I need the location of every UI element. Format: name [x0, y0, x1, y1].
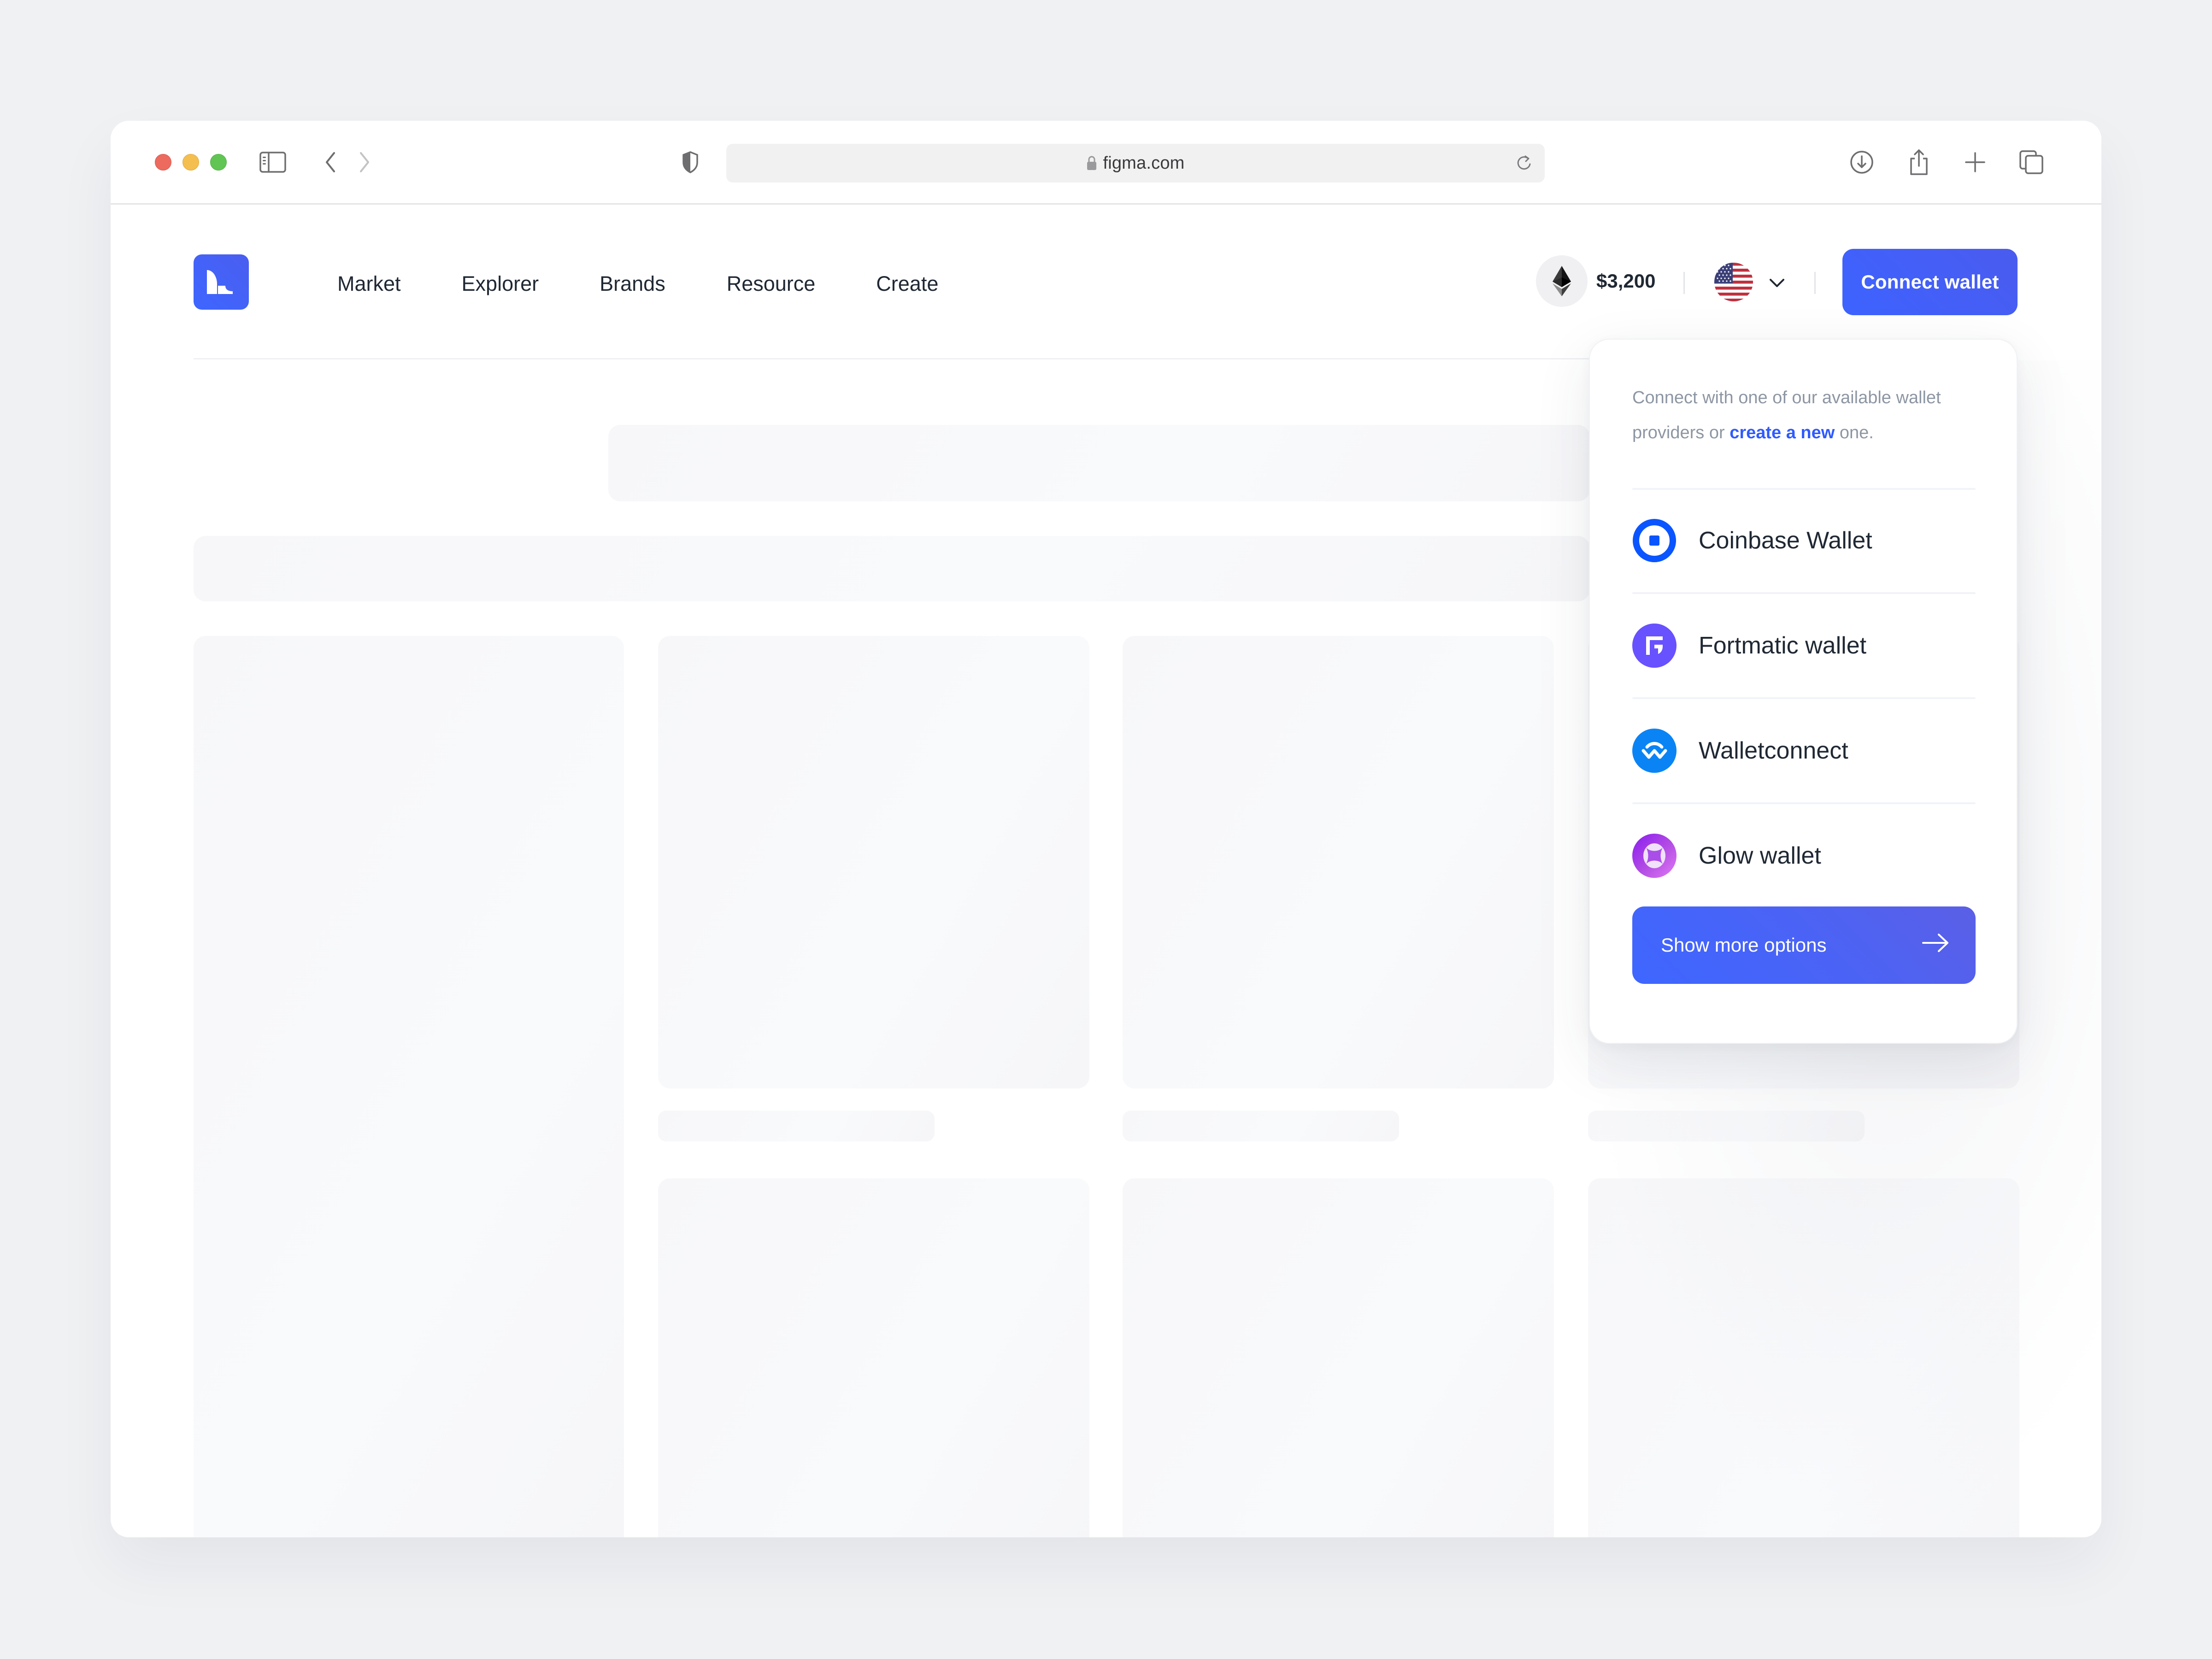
show-more-options-button[interactable]: Show more options — [1632, 906, 1976, 984]
arrow-right-icon — [1921, 933, 1950, 958]
skeleton-card-label — [1588, 1111, 1865, 1141]
nav-item-brands[interactable]: Brands — [600, 270, 665, 298]
wallet-name: Coinbase Wallet — [1699, 527, 1872, 554]
skeleton-card — [658, 636, 1089, 1088]
download-icon[interactable] — [1848, 148, 1876, 176]
divider — [1632, 697, 1976, 699]
wallet-option-coinbase[interactable]: Coinbase Wallet — [1632, 518, 1976, 564]
wallet-name: Glow wallet — [1699, 842, 1821, 869]
lock-icon — [1086, 155, 1097, 171]
create-wallet-link[interactable]: create a new — [1730, 423, 1835, 442]
skeleton-card — [658, 1178, 1089, 1537]
nav-item-explorer[interactable]: Explorer — [462, 270, 539, 298]
skeleton-sidebar — [194, 636, 624, 1537]
share-icon[interactable] — [1905, 148, 1933, 176]
sidebar-toggle-icon[interactable] — [259, 148, 287, 176]
shield-icon[interactable] — [677, 148, 704, 176]
skeleton-card — [1588, 1178, 2019, 1537]
connect-wallet-button[interactable]: Connect wallet — [1842, 249, 2018, 315]
url-text: figma.com — [1103, 153, 1185, 173]
chevron-left-icon[interactable] — [316, 148, 344, 176]
chevron-right-icon[interactable] — [351, 148, 379, 176]
dropdown-intro: Connect with one of our available wallet… — [1632, 380, 1992, 450]
zoom-window-button[interactable] — [210, 154, 227, 171]
ethereum-icon — [1536, 255, 1588, 307]
divider — [1632, 488, 1976, 490]
address-bar[interactable]: figma.com — [726, 144, 1545, 182]
wallet-option-walletconnect[interactable]: Walletconnect — [1632, 728, 1976, 774]
skeleton-card-label — [1123, 1111, 1399, 1141]
walletconnect-icon — [1632, 729, 1677, 773]
divider — [1632, 592, 1976, 594]
browser-window: figma.com Market Explorer Brands Resourc… — [111, 121, 2101, 1537]
skeleton-filter-bar — [194, 536, 1590, 601]
eth-price: $3,200 — [1596, 270, 1656, 292]
minimize-window-button[interactable] — [182, 154, 199, 171]
close-window-button[interactable] — [155, 154, 171, 171]
glow-icon — [1632, 834, 1677, 878]
header-divider-1 — [1683, 272, 1685, 294]
us-flag-icon[interactable] — [1714, 263, 1753, 301]
intro-text-end: one. — [1835, 423, 1874, 442]
nav-item-resource[interactable]: Resource — [727, 270, 816, 298]
skeleton-search-bar — [608, 425, 1590, 501]
brand-logo[interactable] — [194, 254, 249, 310]
wallet-name: Walletconnect — [1699, 737, 1848, 764]
skeleton-card — [1123, 636, 1554, 1088]
header-divider-2 — [1814, 272, 1816, 294]
browser-toolbar: figma.com — [111, 121, 2101, 205]
wallet-name: Fortmatic wallet — [1699, 632, 1867, 659]
connect-wallet-dropdown: Connect with one of our available wallet… — [1589, 339, 2018, 1044]
wallet-option-glow[interactable]: Glow wallet — [1632, 833, 1976, 879]
plus-icon[interactable] — [1961, 148, 1989, 176]
show-more-options-label: Show more options — [1661, 934, 1827, 956]
wallet-option-fortmatic[interactable]: Fortmatic wallet — [1632, 623, 1976, 669]
skeleton-card-label — [658, 1111, 935, 1141]
fortmatic-icon — [1632, 624, 1677, 668]
main-nav: Market Explorer Brands Resource Create — [337, 270, 999, 298]
nav-item-create[interactable]: Create — [876, 270, 938, 298]
coinbase-icon — [1632, 518, 1677, 563]
nav-item-market[interactable]: Market — [337, 270, 401, 298]
skeleton-card — [1123, 1178, 1554, 1537]
tabs-overview-icon[interactable] — [2018, 148, 2045, 176]
divider — [1632, 802, 1976, 804]
reload-icon[interactable] — [1514, 153, 1535, 173]
chevron-down-icon[interactable] — [1767, 273, 1787, 293]
